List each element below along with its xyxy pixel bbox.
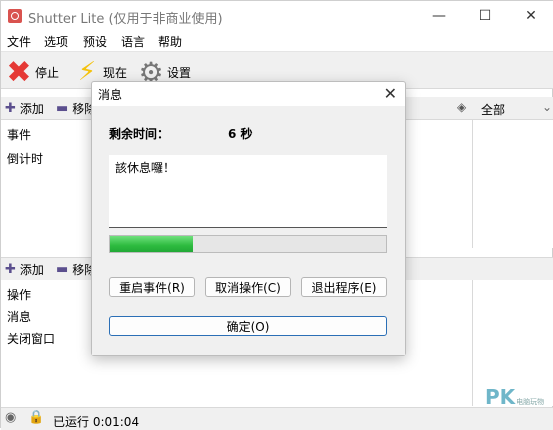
menu-help[interactable]: 帮助	[158, 33, 182, 50]
close-icon[interactable]: ✕	[384, 84, 397, 103]
column-divider	[472, 280, 473, 406]
now-label: 现在	[103, 65, 128, 80]
action-row[interactable]: 操作	[7, 286, 31, 303]
menu-presets[interactable]: 预设	[83, 33, 107, 50]
globe-icon: ◉	[5, 410, 17, 425]
menu-language[interactable]: 语言	[121, 33, 145, 50]
dialog-title: 消息	[98, 88, 123, 102]
exit-program-button[interactable]: 退出程序(E)	[301, 277, 387, 297]
countdown-progress-bar	[109, 235, 387, 253]
message-textbox[interactable]: 該休息囉！	[109, 155, 387, 228]
stop-label: 停止	[35, 65, 60, 80]
maximize-button[interactable]: ☐	[462, 1, 508, 31]
watermark-text: PK	[485, 385, 516, 409]
watermark-sub: 电脑玩物	[516, 398, 545, 406]
action-row[interactable]: 关闭窗口	[7, 330, 55, 347]
stop-button[interactable]: ✖ 停止	[5, 54, 60, 90]
message-dialog: 消息 ✕ 剩余时间： 6 秒 該休息囉！ 重启事件(R) 取消操作(C) 退出程…	[91, 81, 406, 356]
restart-event-button[interactable]: 重启事件(R)	[109, 277, 195, 297]
add-event-label: 添加	[19, 102, 44, 116]
dialog-body: 剩余时间： 6 秒 該休息囉！ 重启事件(R) 取消操作(C) 退出程序(E) …	[92, 106, 405, 355]
status-bar: ◉ 🔒 已运行 0:01:04	[1, 407, 553, 430]
lock-icon: 🔒	[28, 410, 45, 425]
stop-x-icon: ✖	[6, 54, 32, 90]
progress-fill	[110, 236, 193, 252]
settings-label: 设置	[167, 65, 192, 80]
message-text: 該休息囉！	[115, 161, 176, 175]
remaining-value: 6 秒	[228, 127, 253, 141]
minus-icon: ▬	[56, 262, 69, 277]
column-divider	[472, 120, 473, 248]
add-action-label: 添加	[19, 263, 44, 277]
event-filter-select[interactable]: 全部 ⌄	[476, 99, 553, 117]
app-power-icon	[8, 9, 22, 23]
title-bar: Shutter Lite (仅用于非商业使用) — ☐ ✕	[1, 1, 553, 31]
action-row[interactable]: 消息	[7, 308, 31, 325]
filter-value: 全部	[481, 103, 506, 117]
watermark-logo: PK电脑玩物	[485, 385, 544, 409]
plus-icon: ✚	[5, 101, 16, 116]
filter-icon: ◈	[457, 100, 467, 114]
event-row[interactable]: 倒计时	[7, 150, 43, 167]
menu-file[interactable]: 文件	[7, 33, 31, 50]
close-button[interactable]: ✕	[508, 1, 553, 31]
minimize-button[interactable]: —	[416, 1, 462, 31]
running-time: 已运行 0:01:04	[53, 415, 140, 429]
minus-icon: ▬	[56, 101, 69, 116]
window-title: Shutter Lite (仅用于非商业使用)	[28, 12, 223, 27]
add-event-button[interactable]: ✚ 添加	[5, 100, 44, 117]
add-action-button[interactable]: ✚ 添加	[5, 261, 44, 278]
menu-options[interactable]: 选项	[44, 33, 68, 50]
remaining-label: 剩余时间：	[109, 127, 170, 141]
cancel-action-button[interactable]: 取消操作(C)	[205, 277, 291, 297]
ok-button[interactable]: 确定(O)	[109, 316, 387, 336]
plus-icon: ✚	[5, 262, 16, 277]
event-row[interactable]: 事件	[7, 126, 31, 143]
chevron-down-icon: ⌄	[541, 100, 552, 114]
menu-bar: 文件 选项 预设 语言 帮助	[1, 31, 553, 51]
